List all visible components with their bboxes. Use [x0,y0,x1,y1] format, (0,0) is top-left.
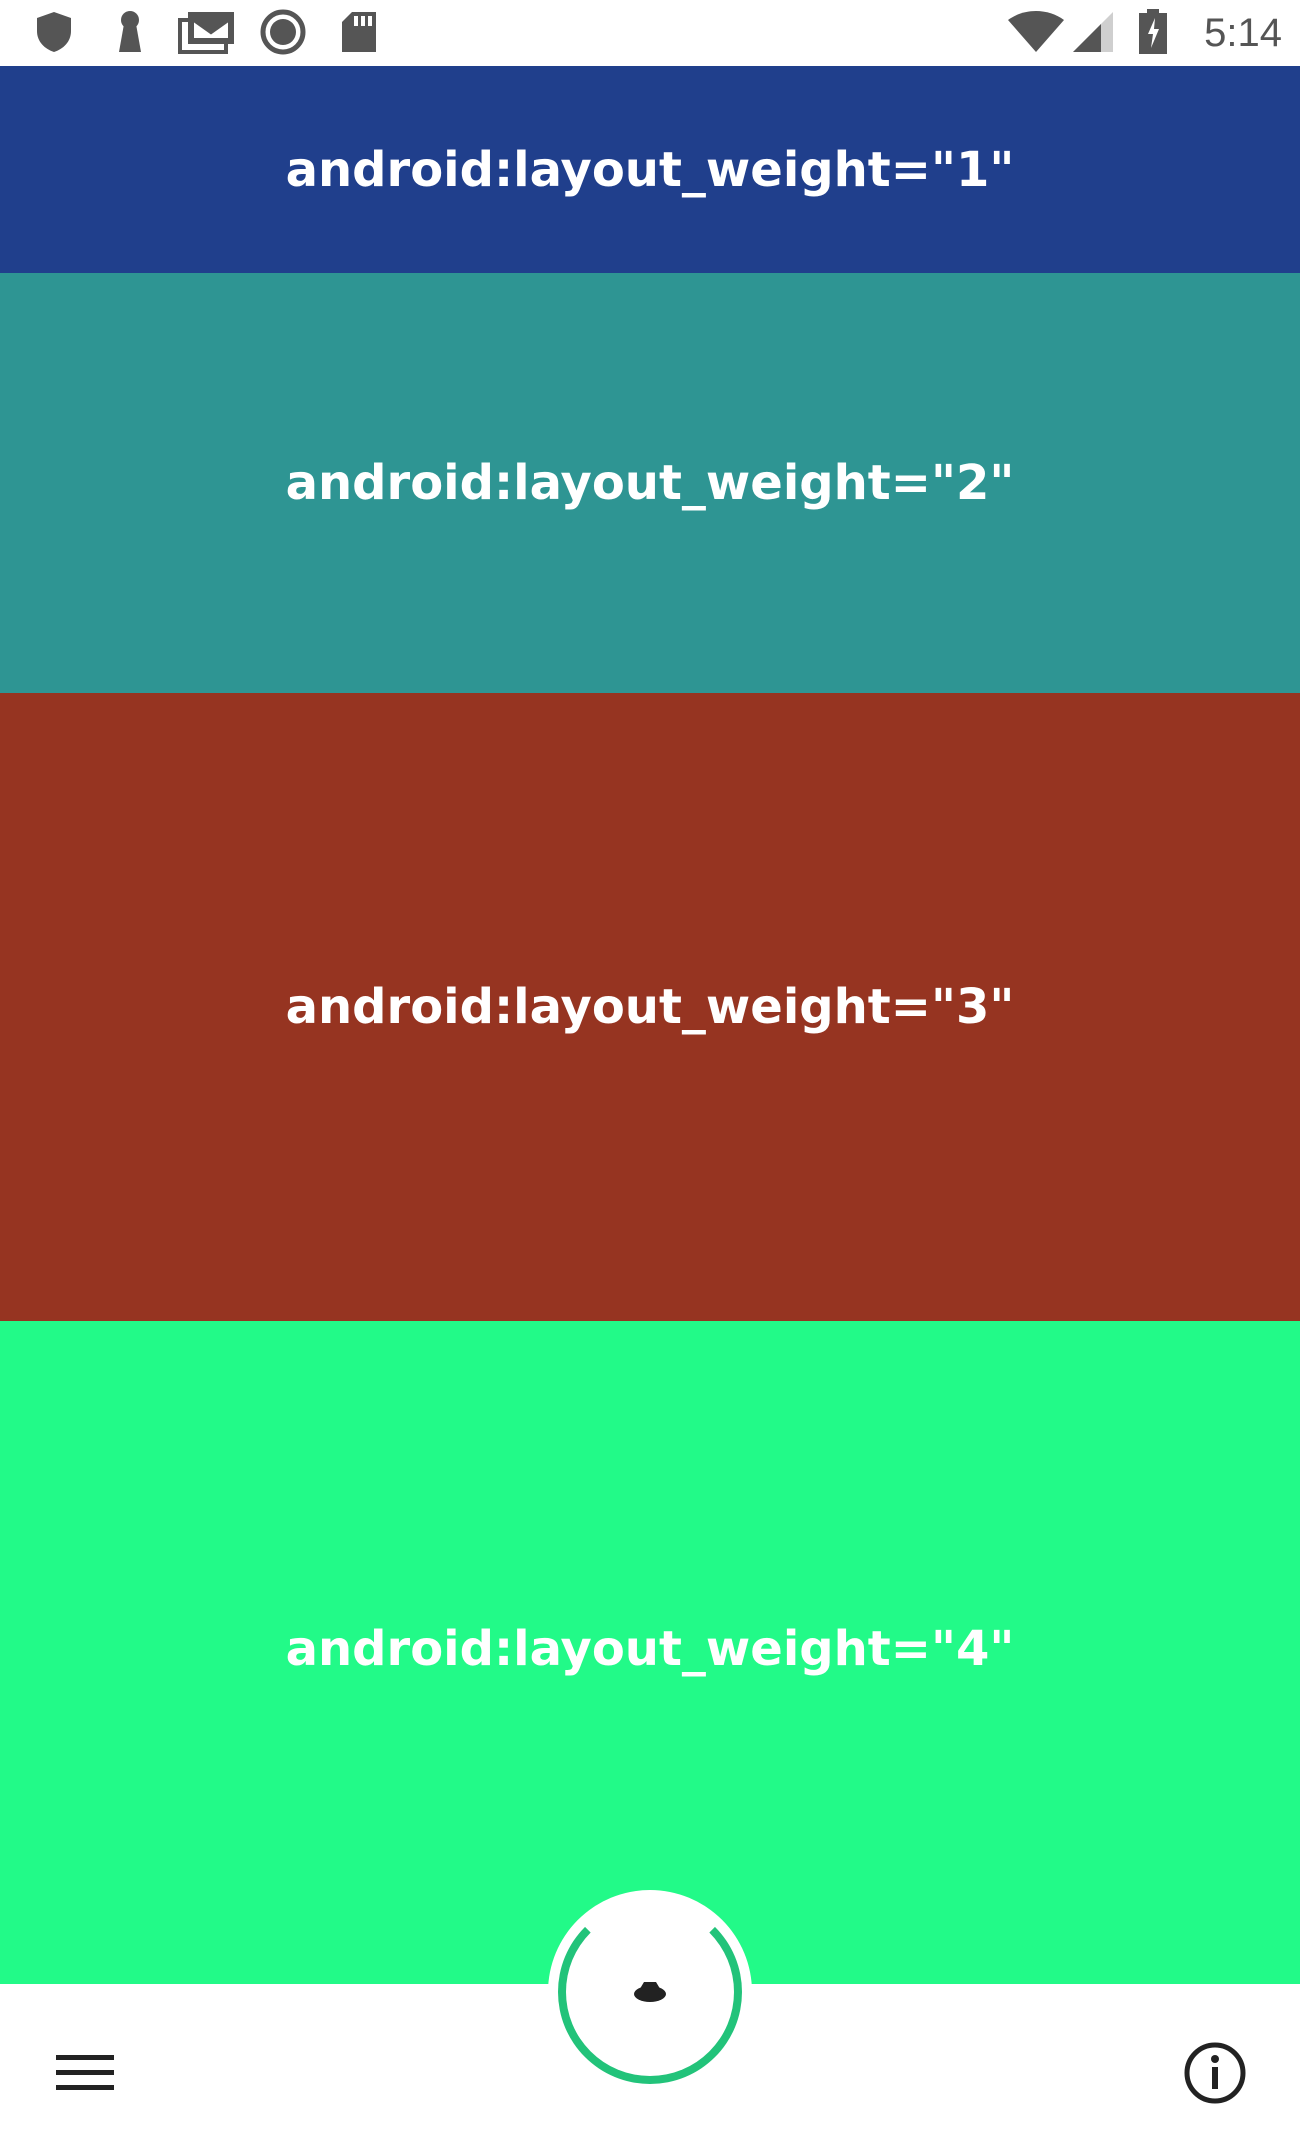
weight-panel-2: android:layout_weight="2" [0,273,1300,693]
weight-panel-3: android:layout_weight="3" [0,693,1300,1321]
fab-cradle [548,1890,752,2094]
info-button[interactable] [1170,2028,1260,2118]
fab-button[interactable] [558,1900,742,2084]
signal-icon [1070,8,1116,56]
app-screen: 5:14 android:layout_weight="1" android:l… [0,0,1300,2152]
fab-icon [634,1982,666,2002]
weight-panel-1: android:layout_weight="1" [0,66,1300,273]
info-icon [1184,2042,1246,2104]
menu-button[interactable] [40,2028,130,2118]
menu-icon [56,2055,114,2090]
wifi-icon [1006,8,1066,56]
status-bar: 5:14 [0,0,1300,66]
weight-panel-4: android:layout_weight="4" [0,1321,1300,1984]
weight-label-1: android:layout_weight="1" [285,141,1015,198]
fab-inner [568,1910,732,2074]
gmail-icon [176,8,238,56]
weight-label-2: android:layout_weight="2" [285,455,1015,511]
circle-icon [258,8,308,56]
sd-card-icon [338,8,380,56]
weight-label-4: android:layout_weight="4" [285,1620,1015,1677]
status-time: 5:14 [1204,11,1282,55]
keyhole-icon [112,8,148,56]
shield-icon [34,8,74,56]
battery-icon [1136,8,1170,56]
weight-label-3: android:layout_weight="3" [285,979,1015,1035]
